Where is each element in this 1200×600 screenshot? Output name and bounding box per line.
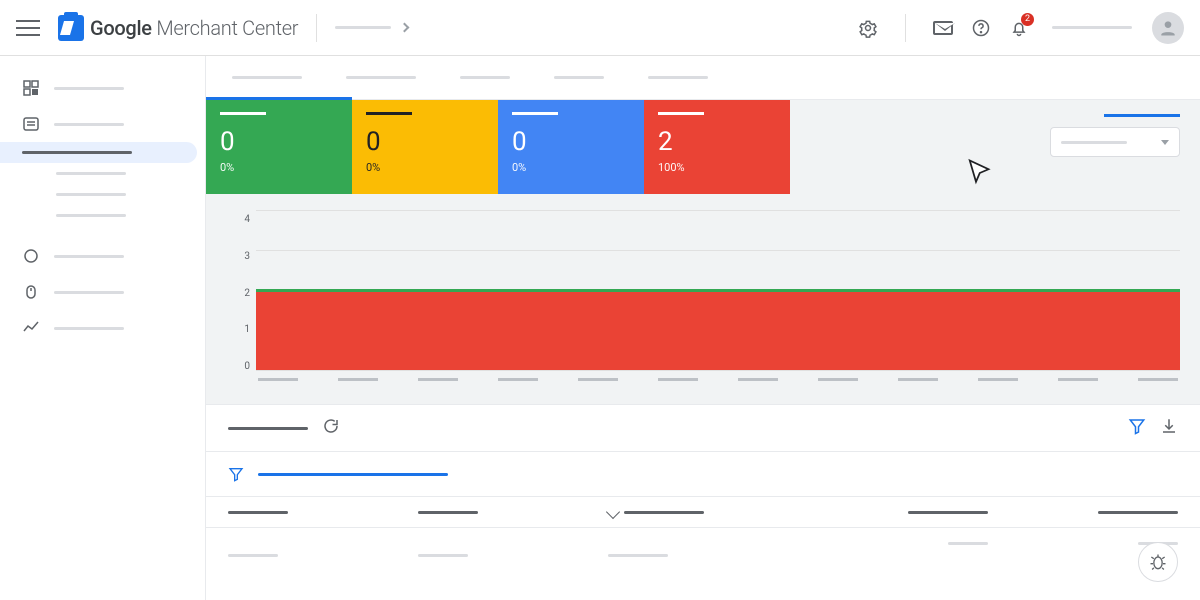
sidebar-item-6[interactable]	[0, 310, 197, 346]
sidebar-item-label	[54, 123, 124, 126]
product-name-light: Merchant Center	[156, 16, 298, 40]
toolbar-title	[228, 427, 308, 430]
column-header-3[interactable]	[608, 507, 798, 517]
sidebar-item-5[interactable]	[0, 274, 197, 310]
sidebar	[0, 56, 206, 600]
sidebar-item-3[interactable]	[0, 142, 197, 163]
breadcrumb[interactable]	[335, 24, 408, 31]
settings-icon[interactable]	[857, 17, 879, 39]
dashboard-link[interactable]	[1104, 114, 1180, 117]
sidebar-subitem-1[interactable]	[0, 163, 197, 184]
sidebar-item-4[interactable]	[0, 238, 197, 274]
summary-card-yellow[interactable]: 00%	[352, 100, 498, 194]
sidebar-item-label	[54, 327, 124, 330]
breadcrumb-item	[335, 26, 391, 29]
chevron-right-icon	[400, 23, 410, 33]
main-content: 00%00%00%2100% 43210	[206, 56, 1200, 600]
separator	[316, 14, 317, 42]
tab-5[interactable]	[648, 76, 708, 79]
filter-chip[interactable]	[258, 473, 448, 476]
shopping-tag-icon	[58, 15, 84, 41]
list-icon	[22, 115, 40, 133]
tab-1[interactable]	[232, 76, 302, 79]
sidebar-item-label	[22, 151, 132, 154]
sidebar-subitem-3[interactable]	[0, 205, 197, 226]
mouse-cursor	[966, 158, 996, 192]
circle-icon	[22, 247, 40, 265]
active-filter-row	[206, 452, 1200, 497]
account-label	[1052, 26, 1132, 29]
chevron-down-icon	[1161, 140, 1169, 145]
table-row[interactable]	[206, 528, 1200, 575]
column-header-1[interactable]	[228, 511, 418, 514]
dashboard-controls	[1050, 114, 1180, 157]
sidebar-item-label	[56, 193, 126, 196]
app-header: Google Merchant Center 2	[0, 0, 1200, 56]
sidebar-item-label	[54, 87, 124, 90]
summary-card-green[interactable]: 00%	[206, 100, 352, 194]
download-icon[interactable]	[1160, 417, 1178, 439]
mouse-icon	[22, 283, 40, 301]
column-header-2[interactable]	[418, 511, 608, 514]
notification-badge: 2	[1021, 13, 1034, 26]
product-logo[interactable]: Google Merchant Center	[58, 15, 298, 41]
column-header-4[interactable]	[798, 511, 988, 514]
filter-icon[interactable]	[1128, 417, 1146, 439]
status-chart: 43210	[226, 210, 1180, 390]
date-range-dropdown[interactable]	[1050, 127, 1180, 157]
chart-y-axis: 43210	[226, 210, 256, 390]
chart-plot	[256, 210, 1180, 390]
tab-2[interactable]	[346, 76, 416, 79]
dropdown-value	[1061, 141, 1127, 144]
sidebar-item-label	[56, 214, 126, 217]
product-name: Google Merchant Center	[90, 16, 298, 40]
table-header	[206, 497, 1200, 528]
tab-bar	[206, 56, 1200, 100]
sidebar-subitem-2[interactable]	[0, 184, 197, 205]
feedback-button[interactable]	[1138, 542, 1178, 582]
menu-icon[interactable]	[16, 16, 40, 40]
dashboard-panel: 00%00%00%2100% 43210	[206, 100, 1200, 404]
summary-card-blue[interactable]: 00%	[498, 100, 644, 194]
mail-icon[interactable]	[932, 17, 954, 39]
column-header-5[interactable]	[988, 511, 1178, 514]
product-name-bold: Google	[90, 16, 152, 40]
separator	[905, 14, 906, 42]
avatar[interactable]	[1152, 12, 1184, 44]
filter-icon	[228, 466, 244, 482]
sidebar-item-label	[54, 255, 124, 258]
table-toolbar	[206, 404, 1200, 452]
dashboard-icon	[22, 79, 40, 97]
summary-card-red[interactable]: 2100%	[644, 100, 790, 194]
sort-desc-icon	[606, 505, 620, 519]
sidebar-item-label	[56, 172, 126, 175]
sidebar-item-1[interactable]	[0, 70, 197, 106]
trend-icon	[22, 319, 40, 337]
sidebar-item-label	[54, 291, 124, 294]
sidebar-item-2[interactable]	[0, 106, 197, 142]
help-icon[interactable]	[970, 17, 992, 39]
refresh-icon[interactable]	[322, 417, 340, 439]
notifications-icon[interactable]: 2	[1008, 17, 1030, 39]
tab-4[interactable]	[554, 76, 604, 79]
tab-3[interactable]	[460, 76, 510, 79]
